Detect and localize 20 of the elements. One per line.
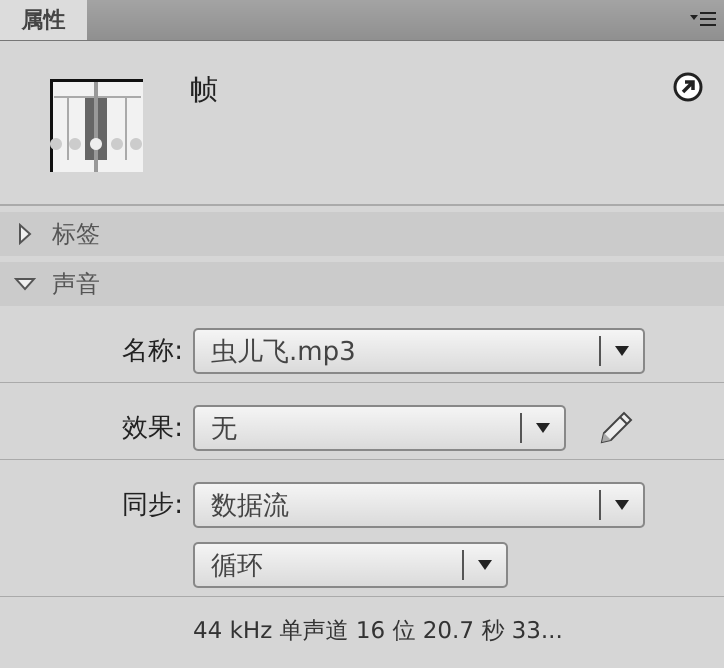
section-header[interactable]: 声音	[0, 262, 724, 306]
panel-tab[interactable]: 属性	[0, 0, 87, 40]
sound-info-text: 44 kHz 单声道 16 位 20.7 秒 33...	[192, 617, 564, 646]
dropdown[interactable]: 数据流	[193, 482, 645, 528]
dropdown[interactable]: 虫儿飞.mp3	[193, 328, 645, 374]
dropdown[interactable]: 循环	[193, 542, 508, 588]
section-header[interactable]: 标签	[0, 212, 724, 256]
open-external-icon[interactable]	[672, 71, 704, 103]
field-label: 同步:	[121, 489, 183, 522]
section-label: 标签	[52, 219, 100, 250]
caret-icon	[615, 500, 629, 510]
caret-icon	[478, 560, 492, 570]
frame-title: 帧	[190, 72, 218, 107]
caret-icon	[615, 346, 629, 356]
frame-thumbnail-icon	[50, 79, 143, 172]
dropdown[interactable]: 无	[193, 405, 566, 451]
field-label: 名称:	[121, 335, 183, 368]
caret-icon	[536, 423, 550, 433]
section-label: 声音	[52, 269, 100, 300]
field-label: 效果:	[121, 412, 183, 445]
